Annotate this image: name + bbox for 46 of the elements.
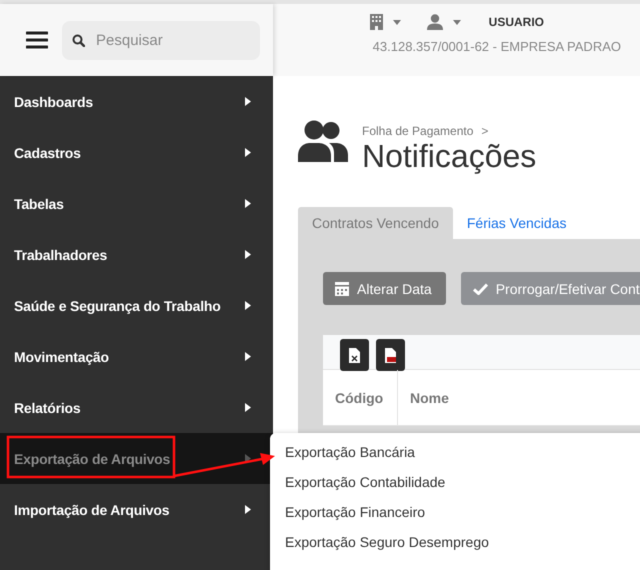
sidebar-item[interactable]: Importação de Arquivos — [0, 484, 273, 535]
submenu-item[interactable]: Exportação Bancária — [270, 437, 640, 467]
submenu-item[interactable]: Exportação Financeiro — [270, 497, 640, 527]
caret-icon — [245, 505, 251, 514]
page-title: Notificações — [362, 138, 536, 174]
tab[interactable]: Férias Vencidas — [452, 207, 580, 239]
user-dropdown[interactable] — [426, 14, 461, 30]
excel-export-button[interactable] — [340, 339, 369, 371]
caret-icon — [392, 20, 401, 24]
check-icon — [472, 282, 488, 294]
sidebar-item[interactable]: Saúde e Segurança do Trabalho — [0, 280, 273, 331]
caret-icon — [245, 454, 251, 463]
submenu-item[interactable]: Exportação Contabilidade — [270, 467, 640, 497]
caret-icon — [245, 250, 251, 259]
caret-icon — [245, 148, 251, 157]
breadcrumb-link[interactable]: Folha de Pagamento — [362, 124, 474, 138]
company-dropdown[interactable] — [370, 14, 401, 30]
users-icon — [298, 120, 348, 162]
user-icon — [426, 14, 443, 30]
caret-icon — [245, 403, 251, 412]
csv-file-icon — [385, 348, 396, 362]
caret-icon — [452, 20, 461, 24]
calendar-icon — [335, 282, 349, 296]
sidebar-item[interactable]: Cadastros — [0, 127, 273, 178]
caret-icon — [245, 301, 251, 310]
caret-icon — [245, 199, 251, 208]
breadcrumb-separator: > — [481, 124, 488, 138]
user-name: USUARIO — [488, 15, 544, 29]
caret-icon — [245, 352, 251, 361]
menu-icon[interactable] — [26, 31, 48, 49]
sidebar-item[interactable]: Tabelas — [0, 178, 273, 229]
sidebar-item[interactable]: Trabalhadores — [0, 229, 273, 280]
sidebar-item[interactable]: Movimentação — [0, 331, 273, 382]
caret-icon — [245, 97, 251, 106]
submenu-item[interactable]: Exportação Seguro Desemprego — [270, 527, 640, 557]
action-button[interactable]: Alterar Data — [323, 272, 446, 305]
column-header: Código — [323, 370, 398, 425]
search-icon — [72, 34, 85, 46]
building-icon — [370, 14, 383, 30]
spreadsheet-file-icon — [349, 348, 360, 362]
sidebar-item[interactable]: Relatórios — [0, 382, 273, 433]
column-header: Nome — [409, 388, 450, 408]
search-field[interactable]: Pesquisar — [62, 20, 260, 60]
company-name: 43.128.357/0001-62 - EMPRESA PADRAO — [372, 39, 621, 54]
csv-export-button[interactable] — [376, 339, 405, 371]
sidebar-item[interactable]: Dashboards — [0, 76, 273, 127]
